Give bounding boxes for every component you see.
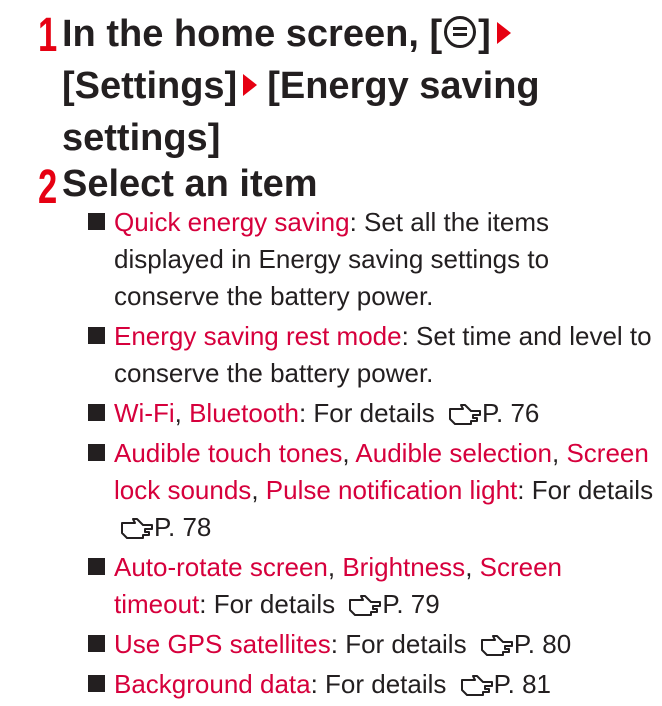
square-bullet-icon <box>88 444 105 461</box>
item-link[interactable]: Energy saving rest mode <box>114 321 402 351</box>
item-link[interactable]: Quick energy saving <box>114 207 350 237</box>
pointing-hand-reference-icon <box>349 595 382 616</box>
page-reference[interactable]: P. 78 <box>154 512 211 542</box>
item-link[interactable]: Audible selection <box>355 438 552 468</box>
step-1-line1-suffix: ] <box>478 13 491 55</box>
item-separator: , <box>174 398 190 428</box>
list-item: Audible touch tones, Audible selection, … <box>88 435 658 546</box>
pointing-hand-reference-icon <box>449 404 482 425</box>
page-reference[interactable]: P. 81 <box>494 669 551 699</box>
item-list: Quick energy saving: Set all the items d… <box>88 204 658 706</box>
list-item: Use GPS satellites: For details P. 80 <box>88 626 658 663</box>
item-description: : For details <box>298 398 443 428</box>
item-description: : For details <box>199 589 343 619</box>
item-link[interactable]: Background data <box>114 669 311 699</box>
page-reference[interactable]: P. 80 <box>514 629 571 659</box>
list-item: Wi-Fi, Bluetooth: For details P. 76 <box>88 395 658 432</box>
item-separator: , <box>465 552 480 582</box>
right-triangle-arrow-icon <box>496 22 511 44</box>
step-2-heading: Select an item <box>62 163 318 205</box>
list-item: Background data: For details P. 81 <box>88 666 658 703</box>
square-bullet-icon <box>88 635 105 652</box>
step-1-settings: [Settings] <box>62 65 238 107</box>
step-1-energy: [Energy saving <box>267 65 540 107</box>
step-number-1: 1 <box>38 9 58 62</box>
pointing-hand-reference-icon <box>121 518 153 539</box>
step-1-heading: In the home screen, [] [Settings] [Energy… <box>62 8 540 164</box>
item-link[interactable]: Wi-Fi <box>114 398 175 428</box>
item-link[interactable]: Brightness <box>342 552 465 582</box>
page-reference[interactable]: P. 79 <box>382 589 439 619</box>
item-description: : For details <box>330 629 474 659</box>
list-item: Auto-rotate screen, Brightness, Screen t… <box>88 549 658 623</box>
pointing-hand-reference-icon <box>460 675 493 696</box>
list-item: Energy saving rest mode: Set time and le… <box>88 318 658 392</box>
item-separator: , <box>342 438 356 468</box>
square-bullet-icon <box>88 404 105 421</box>
page-reference[interactable]: P. 76 <box>482 398 539 428</box>
item-separator: , <box>327 552 343 582</box>
item-link[interactable]: Auto-rotate screen <box>114 552 328 582</box>
square-bullet-icon <box>88 675 105 692</box>
list-item: Quick energy saving: Set all the items d… <box>88 204 658 315</box>
pointing-hand-reference-icon <box>480 635 513 656</box>
square-bullet-icon <box>88 327 105 344</box>
square-bullet-icon <box>88 558 105 575</box>
item-separator: , <box>551 438 567 468</box>
right-triangle-arrow-icon <box>243 74 258 96</box>
menu-key-icon <box>444 16 477 48</box>
step-number-2: 2 <box>38 161 58 214</box>
item-description: : For details <box>517 475 654 505</box>
item-link[interactable]: Use GPS satellites <box>114 629 331 659</box>
item-link[interactable]: Bluetooth <box>189 398 299 428</box>
item-link[interactable]: Pulse notification light <box>266 475 517 505</box>
item-link[interactable]: Audible touch tones <box>114 438 342 468</box>
step-1-line1-prefix: In the home screen, [ <box>62 13 443 55</box>
item-description: : For details <box>310 669 454 699</box>
step-1-line3: settings] <box>62 117 221 159</box>
item-separator: , <box>251 475 266 505</box>
square-bullet-icon <box>88 213 105 230</box>
